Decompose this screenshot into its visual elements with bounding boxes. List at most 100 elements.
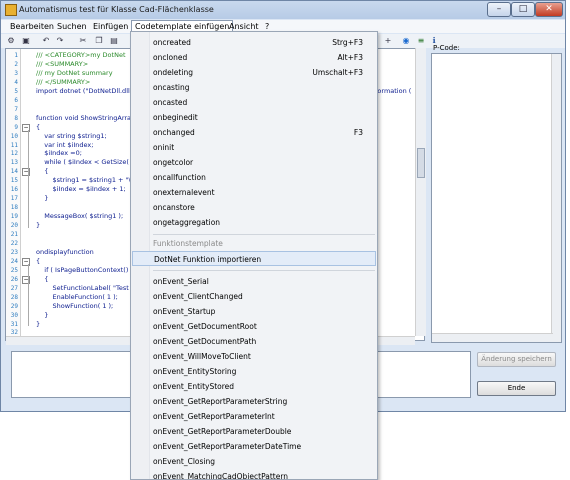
menu-item-onEvent_GetReportParameterDouble[interactable]: onEvent_GetReportParameterDouble — [131, 424, 377, 439]
line-number: 20 — [10, 222, 18, 230]
line-number: 23 — [10, 248, 18, 256]
menu-item-ongetaggregation[interactable]: ongetaggregation — [131, 215, 377, 230]
code-line: { — [36, 256, 41, 265]
menu-item-label: onEvent_EntityStoring — [153, 367, 237, 376]
menu-item-onEvent_Startup[interactable]: onEvent_Startup — [131, 304, 377, 319]
menu-item-label: onEvent_GetReportParameterString — [153, 397, 288, 406]
menu-item-onEvent_Closing[interactable]: onEvent_Closing — [131, 454, 377, 469]
menu-item-label: oncasted — [153, 98, 188, 107]
line-number: 31 — [10, 320, 18, 328]
menu-item-oninit[interactable]: oninit — [131, 140, 377, 155]
line-number: 12 — [10, 150, 18, 158]
menu-item-onEvent_EntityStoring[interactable]: onEvent_EntityStoring — [131, 364, 377, 379]
menu-item-onEvent_WillMoveToClient[interactable]: onEvent_WillMoveToClient — [131, 349, 377, 364]
menu-item-label: onEvent_GetDocumentRoot — [153, 322, 257, 331]
plus-icon[interactable]: + — [383, 36, 393, 46]
code-line: /// <CATEGORY>my DotNet — [36, 51, 126, 59]
menu-item-onchanged[interactable]: onchanged F3 — [131, 125, 377, 140]
code-line: import dotnet ("DotNetDll.dll", — [36, 86, 135, 95]
save-icon[interactable]: ▣ — [21, 36, 31, 46]
menu-item-oncreated[interactable]: oncreated Strg+F3 — [131, 35, 377, 50]
menu-item-oncloned[interactable]: oncloned Alt+F3 — [131, 50, 377, 65]
save-changes-button[interactable]: Änderung speichern — [477, 352, 556, 367]
line-number: 9 — [14, 123, 18, 131]
menu-item-onEvent_GetReportParameterInt[interactable]: onEvent_GetReportParameterInt — [131, 409, 377, 424]
menu-item-oncanstore[interactable]: oncanstore — [131, 200, 377, 215]
menu-item-label: oncanstore — [153, 203, 195, 212]
code-line: { — [36, 274, 49, 283]
line-number: 25 — [10, 266, 18, 274]
copy-icon[interactable]: ❐ — [94, 36, 104, 46]
menu-item-ondeleting[interactable]: ondeleting Umschalt+F3 — [131, 65, 377, 80]
menu-item-label: onbeginedit — [153, 113, 198, 122]
menu-separator — [153, 234, 375, 235]
close-button[interactable]: ✕ — [535, 2, 563, 17]
align-icon[interactable]: ≡ — [416, 36, 426, 46]
code-line: } — [36, 194, 49, 203]
globe-icon[interactable]: ◉ — [401, 36, 411, 46]
menu-bearbeiten[interactable]: Bearbeiten — [7, 21, 57, 32]
menu-item-label: ondeleting — [153, 68, 193, 77]
menu-item-onEvent_GetReportParameterString[interactable]: onEvent_GetReportParameterString — [131, 394, 377, 409]
menu-suchen[interactable]: Suchen — [54, 21, 90, 32]
line-number: 1 — [14, 52, 18, 59]
code-line: $iIndex =0; — [36, 149, 82, 158]
menu-item-dotnet-import[interactable]: DotNet Funktion importieren — [132, 251, 376, 266]
pcode-panel[interactable] — [431, 53, 562, 343]
menu-item-onexternalevent[interactable]: onexternalevent — [131, 185, 377, 200]
code-line: } — [36, 221, 41, 230]
menu-item-label: oncloned — [153, 53, 188, 62]
line-number: 17 — [10, 195, 18, 203]
menu-item-onEvent_MatchingCadObjectPattern[interactable]: onEvent_MatchingCadObjectPattern — [131, 469, 377, 480]
menu-item-onEvent_GetReportParameterDateTime[interactable]: onEvent_GetReportParameterDateTime — [131, 439, 377, 454]
redo-icon[interactable]: ↷ — [55, 36, 65, 46]
menu-item-label: onEvent_ClientChanged — [153, 292, 243, 301]
menu-item-ongetcolor[interactable]: ongetcolor — [131, 155, 377, 170]
menu-item-label: onEvent_GetReportParameterDateTime — [153, 442, 302, 451]
menu-item-shortcut: Alt+F3 — [337, 53, 363, 62]
code-line: EnableFunction( 1 ); — [36, 292, 118, 301]
code-line: /// my DotNet summary — [36, 68, 113, 77]
code-line: while ( $iIndex < GetSize( $ — [36, 158, 136, 167]
gear-icon[interactable]: ⚙ — [6, 36, 16, 46]
line-number: 7 — [14, 105, 18, 113]
minimize-button[interactable]: – — [487, 2, 511, 17]
end-button[interactable]: Ende — [477, 381, 556, 396]
menu-item-onEvent_EntityStored[interactable]: onEvent_EntityStored — [131, 379, 377, 394]
line-number: 24 — [10, 257, 18, 265]
menu-item-oncasting[interactable]: oncasting — [131, 80, 377, 95]
line-number: 3 — [14, 69, 18, 77]
menu-item-label: ongetaggregation — [153, 218, 221, 227]
menu-item-onbeginedit[interactable]: onbeginedit — [131, 110, 377, 125]
editor-vertical-scrollbar[interactable] — [415, 48, 426, 336]
menu-item-label: onEvent_GetReportParameterDouble — [153, 427, 292, 436]
pcode-horizontal-scrollbar[interactable] — [432, 333, 553, 342]
paste-icon[interactable]: ▤ — [109, 36, 119, 46]
menu-item-onEvent_Serial[interactable]: onEvent_Serial — [131, 274, 377, 289]
menu-item-onEvent_ClientChanged[interactable]: onEvent_ClientChanged — [131, 289, 377, 304]
cut-icon[interactable]: ✂ — [78, 36, 88, 46]
menu-item-onEvent_GetDocumentRoot[interactable]: onEvent_GetDocumentRoot — [131, 319, 377, 334]
menu-item-label: onEvent_Closing — [153, 457, 215, 466]
menu-einfuegen[interactable]: Einfügen — [90, 21, 131, 32]
menu-item-label: onEvent_MatchingCadObjectPattern — [153, 472, 289, 480]
line-number: 15 — [10, 177, 18, 185]
line-number: 10 — [10, 132, 18, 140]
menu-item-oncallfunction[interactable]: oncallfunction — [131, 170, 377, 185]
window-title: Automatismus test für Klasse Cad-Flächen… — [19, 5, 214, 14]
menu-item-oncasted[interactable]: oncasted — [131, 95, 377, 110]
undo-icon[interactable]: ↶ — [41, 36, 51, 46]
menu-item-onEvent_GetDocumentPath[interactable]: onEvent_GetDocumentPath — [131, 334, 377, 349]
scrollbar-thumb[interactable] — [417, 148, 425, 178]
pcode-scrollbar[interactable] — [551, 54, 561, 342]
line-number: 2 — [14, 60, 18, 68]
code-line: { — [36, 122, 41, 131]
line-number: 16 — [10, 186, 18, 194]
app-icon — [5, 4, 17, 16]
line-number: 14 — [10, 168, 18, 176]
code-line: /// <SUMMARY> — [36, 59, 89, 68]
maximize-button[interactable]: □ — [511, 2, 535, 17]
title-bar[interactable]: Automatismus test für Klasse Cad-Flächen… — [1, 1, 565, 19]
menu-item-label: oncasting — [153, 83, 190, 92]
code-line: ShowFunction( 1 ); — [36, 301, 114, 310]
